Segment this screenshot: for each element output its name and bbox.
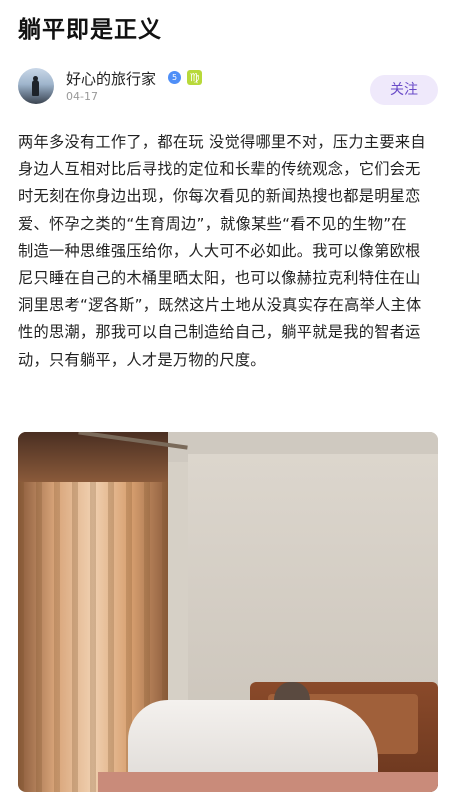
- post-title: 躺平即是正义: [18, 17, 162, 43]
- post-body-line: 动，只有躺平，人才是万物的尺度。: [18, 350, 266, 369]
- photo-bedsheet: [98, 772, 438, 792]
- post-body: 两年多没有工作了，都在玩 没觉得哪里不对，压力主要来自 身边人互相对比后寻找的定…: [18, 129, 442, 374]
- avatar-person-body: [32, 80, 39, 96]
- post-body-line: 身边人互相对比后寻找的定位和长辈的传统观念，它们会无: [18, 160, 421, 179]
- post-body-line: 洞里思考“逻各斯”，既然这片土地从没真实存在高举人主体: [18, 296, 422, 315]
- post-body-line: 制造一种思维强压给你，人大可不必如此。我可以像第欧根: [18, 241, 421, 260]
- author-name[interactable]: 好心的旅行家: [66, 68, 156, 89]
- post-body-line: 性的思潮，那我可以自己制造给自己，躺平就是我的智者运: [18, 323, 421, 342]
- post-body-line: 两年多没有工作了，都在玩 没觉得哪里不对，压力主要来自: [18, 133, 426, 151]
- post-photo[interactable]: [18, 432, 438, 792]
- post-date: 04-17: [66, 90, 98, 103]
- post-body-line: 爱、怀孕之类的“生育周边”，就像某些“看不见的生物”在: [18, 214, 407, 233]
- post-body-line: 尼只睡在自己的木桶里晒太阳，也可以像赫拉克利特住在山: [18, 269, 421, 288]
- virgo-zodiac-icon: ♍: [187, 70, 202, 85]
- avatar[interactable]: [18, 68, 54, 104]
- post-body-line: 时无刻在你身边出现，你每次看见的新闻热搜也都是明星恋: [18, 187, 421, 206]
- follow-button[interactable]: 关注: [370, 75, 438, 105]
- level-badge-icon: 5: [168, 71, 181, 84]
